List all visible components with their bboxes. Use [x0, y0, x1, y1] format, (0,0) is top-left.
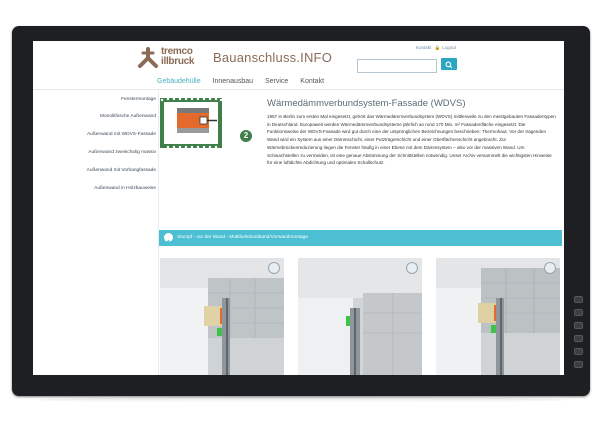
zoom-icon[interactable] — [406, 262, 418, 274]
monitor-button — [574, 348, 583, 355]
search-input[interactable] — [357, 59, 437, 73]
wall-section-icon — [177, 108, 217, 133]
zoom-icon[interactable] — [544, 262, 556, 274]
logout-link[interactable]: Logout — [442, 45, 456, 50]
detail-image-1[interactable] — [160, 258, 284, 375]
site-title[interactable]: Bauanschluss.INFO — [213, 50, 332, 65]
header-divider — [33, 89, 564, 90]
sidebar-item-wdvs[interactable]: Außenwand mit WDVS-Fassade — [87, 132, 156, 137]
main-nav: Gebäudehülle Innenausbau Service Kontakt — [157, 78, 334, 85]
intro-paragraph: 1957 in Berlin zum ersten Mal eingesetzt… — [267, 114, 556, 166]
logo-mark-icon — [138, 47, 158, 68]
detail-render — [298, 258, 422, 375]
top-links: Kontakt 🔒 Logout — [416, 45, 458, 51]
monitor-button — [574, 361, 583, 368]
logo-text: tremco illbruck — [161, 47, 194, 67]
nav-item-kontakt[interactable]: Kontakt — [300, 78, 324, 85]
monitor-button — [574, 335, 583, 342]
thumbnail-badge: 2 — [240, 130, 252, 142]
sidebar-item-vorhangfassade[interactable]: Außenwand mit Vorhangfassade — [87, 168, 156, 173]
sidebar-item-monolithisch[interactable]: Monolithische Außenwand — [100, 114, 156, 119]
nav-item-gebaeudehuelle[interactable]: Gebäudehülle — [157, 78, 201, 85]
search-icon — [445, 61, 453, 69]
monitor-button — [574, 322, 583, 329]
detail-image-3[interactable] — [436, 258, 560, 375]
nav-item-innenausbau[interactable]: Innenausbau — [213, 78, 253, 85]
contact-link[interactable]: Kontakt — [416, 45, 431, 50]
monitor-button — [574, 296, 583, 303]
chevron-up-icon — [164, 233, 173, 243]
detail-image-2[interactable] — [298, 258, 422, 375]
thumbnail-illustration — [164, 102, 218, 144]
detail-render — [160, 258, 284, 375]
nav-item-service[interactable]: Service — [265, 78, 288, 85]
sidebar-item-holzbau[interactable]: Außenwand in Holzbauweise — [94, 186, 156, 191]
sidebar-item-zweischalig[interactable]: Außenwand zweischalig massiv — [88, 150, 156, 155]
accordion-header[interactable]: Stumpf - vor der Wand - Multifunktionsba… — [159, 230, 562, 246]
brand-logo[interactable]: tremco illbruck — [137, 47, 219, 75]
detail-render — [436, 258, 560, 375]
page-title: Wärmedämmverbundsystem-Fassade (WDVS) — [267, 98, 466, 109]
monitor-button — [574, 309, 583, 316]
browser-viewport: tremco illbruck Bauanschluss.INFO Kontak… — [33, 41, 564, 375]
sidebar-item-fenstermontage[interactable]: Fenstermontage — [121, 97, 156, 102]
lock-icon: 🔒 — [434, 45, 441, 50]
category-thumbnail — [160, 98, 222, 148]
logo-line-2: illbruck — [161, 56, 195, 67]
search-button[interactable] — [441, 58, 457, 70]
accordion-label: Stumpf - vor der Wand - Multifunktionsba… — [177, 235, 309, 240]
zoom-icon[interactable] — [268, 262, 280, 274]
monitor-shadow — [38, 397, 564, 403]
